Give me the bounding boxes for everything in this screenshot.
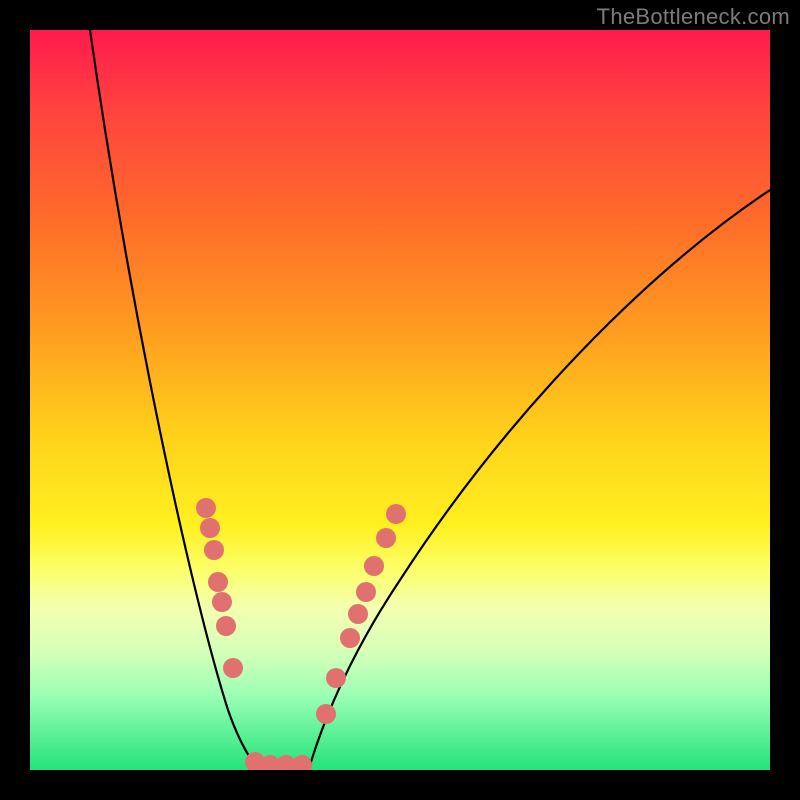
- data-marker: [208, 572, 228, 592]
- bottleneck-chart: [30, 30, 770, 770]
- data-marker: [223, 658, 243, 678]
- data-marker: [356, 582, 376, 602]
- data-marker: [340, 628, 360, 648]
- watermark-text: TheBottleneck.com: [597, 4, 790, 30]
- data-marker: [316, 704, 336, 724]
- data-marker: [200, 518, 220, 538]
- data-marker: [292, 755, 312, 770]
- data-marker: [216, 616, 236, 636]
- right-curve: [310, 190, 770, 765]
- curve-group: [90, 30, 770, 765]
- data-marker: [386, 504, 406, 524]
- data-marker: [348, 604, 368, 624]
- data-marker: [196, 498, 216, 518]
- data-marker: [364, 556, 384, 576]
- data-marker: [376, 528, 396, 548]
- data-marker: [204, 540, 224, 560]
- marker-group: [196, 498, 406, 770]
- data-marker: [212, 592, 232, 612]
- data-marker: [326, 668, 346, 688]
- left-curve: [90, 30, 255, 765]
